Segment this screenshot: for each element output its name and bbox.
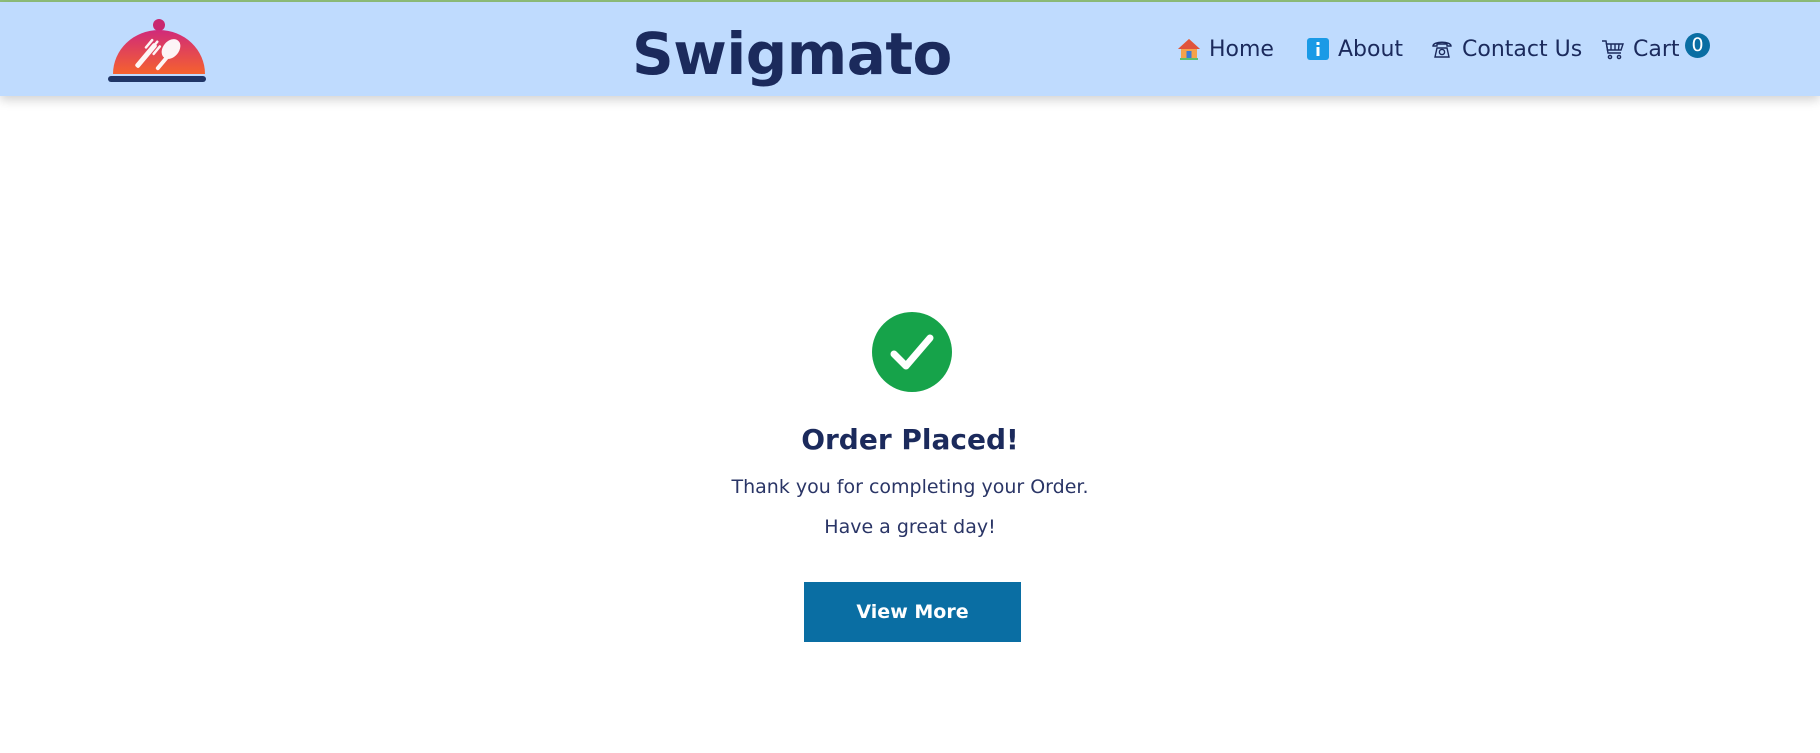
telephone-icon <box>1429 36 1455 62</box>
shopping-cart-icon <box>1600 36 1626 62</box>
greeting-message: Have a great day! <box>824 516 996 538</box>
nav-about-label: About <box>1338 36 1404 62</box>
nav-cart-label: Cart <box>1633 36 1680 62</box>
nav-contact[interactable]: Contact Us <box>1429 2 1582 96</box>
logo-link[interactable] <box>105 16 207 86</box>
nav-contact-label: Contact Us <box>1462 36 1583 62</box>
header-bar: Swigmato Home About Contact Us Cart 0 <box>0 2 1820 96</box>
nav-home-label: Home <box>1209 36 1274 62</box>
cart-count-badge: 0 <box>1685 33 1710 58</box>
page-title: Order Placed! <box>801 423 1019 456</box>
check-circle-icon <box>872 312 952 392</box>
nav-cart[interactable]: Cart <box>1600 2 1680 96</box>
nav-about[interactable]: About <box>1305 2 1403 96</box>
nav-home[interactable]: Home <box>1176 2 1274 96</box>
house-icon <box>1176 36 1202 62</box>
food-cloche-logo-icon <box>108 19 206 82</box>
view-more-button[interactable]: View More <box>804 582 1021 642</box>
brand-title: Swigmato <box>632 20 952 88</box>
info-icon <box>1305 36 1331 62</box>
thank-you-message: Thank you for completing your Order. <box>731 476 1089 498</box>
